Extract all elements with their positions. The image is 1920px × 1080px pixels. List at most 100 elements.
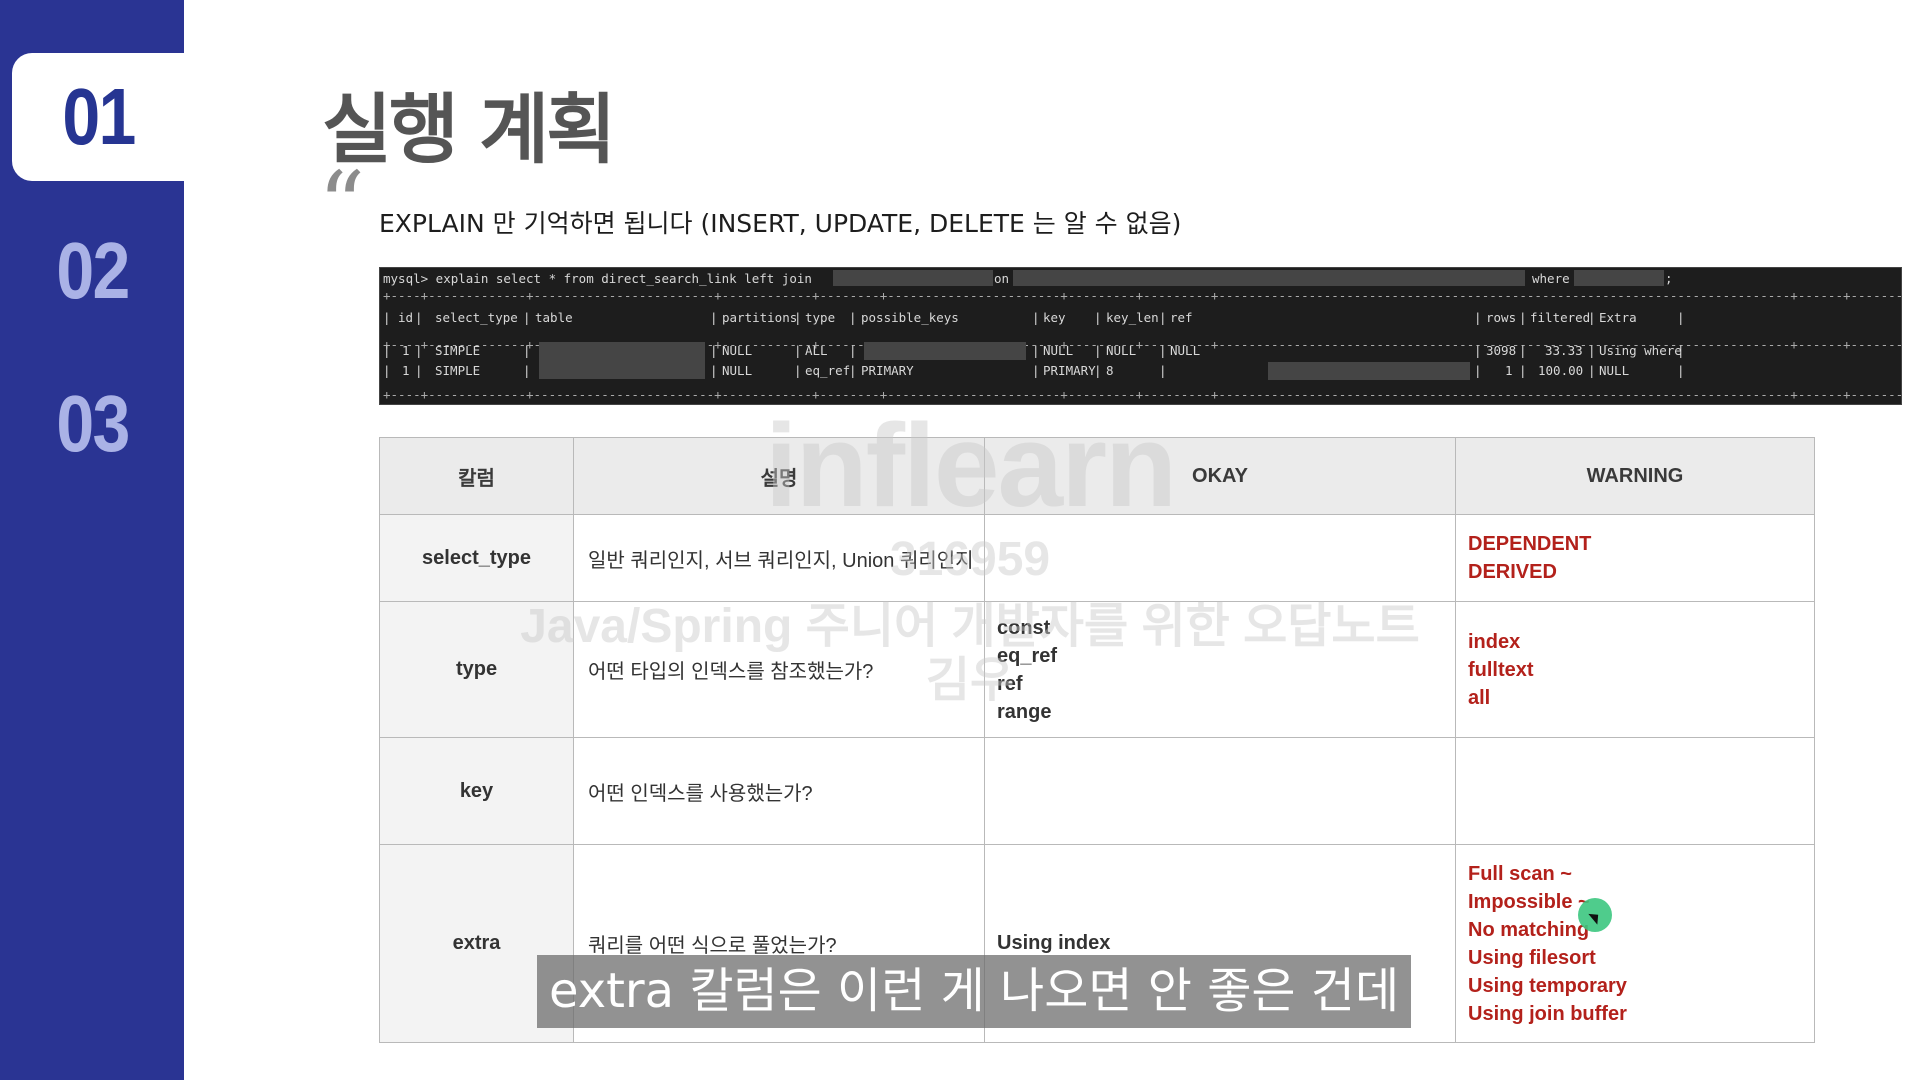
terminal-cell-ref: NULL — [1170, 343, 1201, 358]
terminal-on-keyword: on — [994, 271, 1010, 286]
terminal-pipe: | — [1474, 363, 1482, 378]
terminal-cell-extra: NULL — [1599, 363, 1630, 378]
row-label: key — [379, 737, 574, 845]
terminal-divider: +----+-------------+--------------------… — [383, 387, 1902, 402]
terminal-header-type: type — [805, 310, 836, 325]
redacted-block — [864, 342, 1026, 360]
terminal-pipe: | — [1474, 343, 1482, 358]
terminal-output: mysql> explain select * from direct_sear… — [379, 267, 1902, 405]
terminal-pipe: | — [1677, 343, 1685, 358]
terminal-semicolon: ; — [1665, 271, 1673, 286]
row-warning: DEPENDENT DERIVED — [1455, 514, 1815, 602]
explain-columns-table: 칼럼 설명 OKAY WARNING select_type 일반 쿼리인지, … — [379, 437, 1815, 1043]
redacted-block — [1574, 270, 1664, 286]
terminal-pipe: | — [383, 343, 391, 358]
redacted-block — [1013, 270, 1525, 286]
terminal-pipe: | — [415, 363, 423, 378]
header-column: 칼럼 — [379, 437, 574, 515]
terminal-header-key: key — [1043, 310, 1066, 325]
nav-item-label: 03 — [55, 379, 130, 468]
terminal-cell-filtered: 100.00 — [1538, 363, 1584, 378]
terminal-header-rows: rows — [1486, 310, 1517, 325]
terminal-pipe: | — [794, 310, 802, 325]
nav-item-01[interactable]: 01 — [12, 53, 184, 181]
okay-item: eq_ref — [997, 644, 1058, 667]
terminal-pipe: | — [1094, 343, 1102, 358]
terminal-pipe: | — [710, 310, 718, 325]
okay-item: range — [997, 700, 1052, 723]
terminal-cell-possible-keys: PRIMARY — [861, 363, 914, 378]
terminal-pipe: | — [710, 363, 718, 378]
okay-item: ref — [997, 672, 1023, 695]
terminal-pipe: | — [710, 343, 718, 358]
terminal-header-key-len: key_len — [1106, 310, 1159, 325]
terminal-pipe: | — [383, 310, 391, 325]
row-okay: const eq_ref ref range — [984, 601, 1456, 738]
terminal-pipe: | — [1677, 310, 1685, 325]
terminal-header-possible-keys: possible_keys — [861, 310, 959, 325]
warning-item: Using temporary — [1468, 974, 1627, 997]
terminal-cell-key-len: 8 — [1106, 363, 1114, 378]
header-okay: OKAY — [984, 437, 1456, 515]
terminal-pipe: | — [1159, 310, 1167, 325]
warning-item: No matching — [1468, 918, 1590, 941]
table-header-row: 칼럼 설명 OKAY WARNING — [379, 437, 1815, 515]
terminal-pipe: | — [849, 363, 857, 378]
terminal-cell-partitions: NULL — [722, 363, 753, 378]
row-label: type — [379, 601, 574, 738]
terminal-pipe: | — [383, 363, 391, 378]
redacted-block — [539, 342, 705, 379]
video-caption: extra 칼럼은 이런 게 나오면 안 좋은 건데 — [537, 955, 1412, 1028]
nav-item-02[interactable]: 02 — [0, 212, 184, 330]
terminal-pipe: | — [1094, 363, 1102, 378]
warning-item: Impossible ~ — [1468, 890, 1590, 913]
terminal-header-table: table — [535, 310, 573, 325]
okay-item: Using index — [997, 932, 1111, 954]
row-label: select_type — [379, 514, 574, 602]
terminal-pipe: | — [523, 363, 531, 378]
row-warning: Full scan ~ Impossible ~ No matching Usi… — [1455, 844, 1815, 1043]
terminal-pipe: | — [1474, 310, 1482, 325]
table-row: type 어떤 타입의 인덱스를 참조했는가? const eq_ref ref… — [379, 601, 1815, 738]
terminal-cell-extra: Using where — [1599, 343, 1682, 358]
terminal-cell-key-len: NULL — [1106, 343, 1137, 358]
nav-item-03[interactable]: 03 — [0, 365, 184, 483]
row-okay — [984, 737, 1456, 845]
okay-item: const — [997, 616, 1051, 639]
terminal-cell-id: 1 — [402, 363, 410, 378]
terminal-pipe: | — [1677, 363, 1685, 378]
terminal-cell-key: NULL — [1043, 343, 1074, 358]
nav-item-label: 01 — [61, 72, 136, 161]
terminal-cell-filtered: 33.33 — [1545, 343, 1583, 358]
terminal-pipe: | — [1032, 363, 1040, 378]
slide-subtitle: EXPLAIN 만 기억하면 됩니다 (INSERT, UPDATE, DELE… — [379, 209, 1182, 238]
table-row: select_type 일반 쿼리인지, 서브 쿼리인지, Union 쿼리인지… — [379, 514, 1815, 602]
row-warning: index fulltext all — [1455, 601, 1815, 738]
terminal-pipe: | — [1519, 310, 1527, 325]
terminal-cell-select-type: SIMPLE — [435, 343, 481, 358]
redacted-block — [833, 270, 993, 286]
terminal-header-select-type: select_type — [435, 310, 518, 325]
terminal-command: mysql> explain select * from direct_sear… — [383, 271, 812, 286]
terminal-pipe: | — [1032, 310, 1040, 325]
terminal-pipe: | — [1588, 363, 1596, 378]
warning-item: fulltext — [1468, 658, 1534, 681]
terminal-header-partitions: partitions — [722, 310, 798, 325]
terminal-pipe: | — [1032, 343, 1040, 358]
terminal-cell-rows: 1 — [1505, 363, 1513, 378]
terminal-pipe: | — [794, 343, 802, 358]
quote-mark-icon: “ — [318, 152, 366, 259]
terminal-where-keyword: where — [1532, 271, 1570, 286]
warning-item: index — [1468, 630, 1521, 653]
terminal-cell-partitions: NULL — [722, 343, 753, 358]
terminal-pipe: | — [849, 343, 857, 358]
terminal-cell-id: 1 — [402, 343, 410, 358]
row-okay — [984, 514, 1456, 602]
row-description: 일반 쿼리인지, 서브 쿼리인지, Union 쿼리인지 — [573, 514, 985, 602]
warning-item: DEPENDENT — [1468, 533, 1592, 555]
terminal-divider: +----+-------------+--------------------… — [383, 288, 1902, 303]
header-description: 설명 — [573, 437, 985, 515]
terminal-pipe: | — [1159, 343, 1167, 358]
row-warning — [1455, 737, 1815, 845]
nav-item-label: 02 — [55, 226, 130, 315]
